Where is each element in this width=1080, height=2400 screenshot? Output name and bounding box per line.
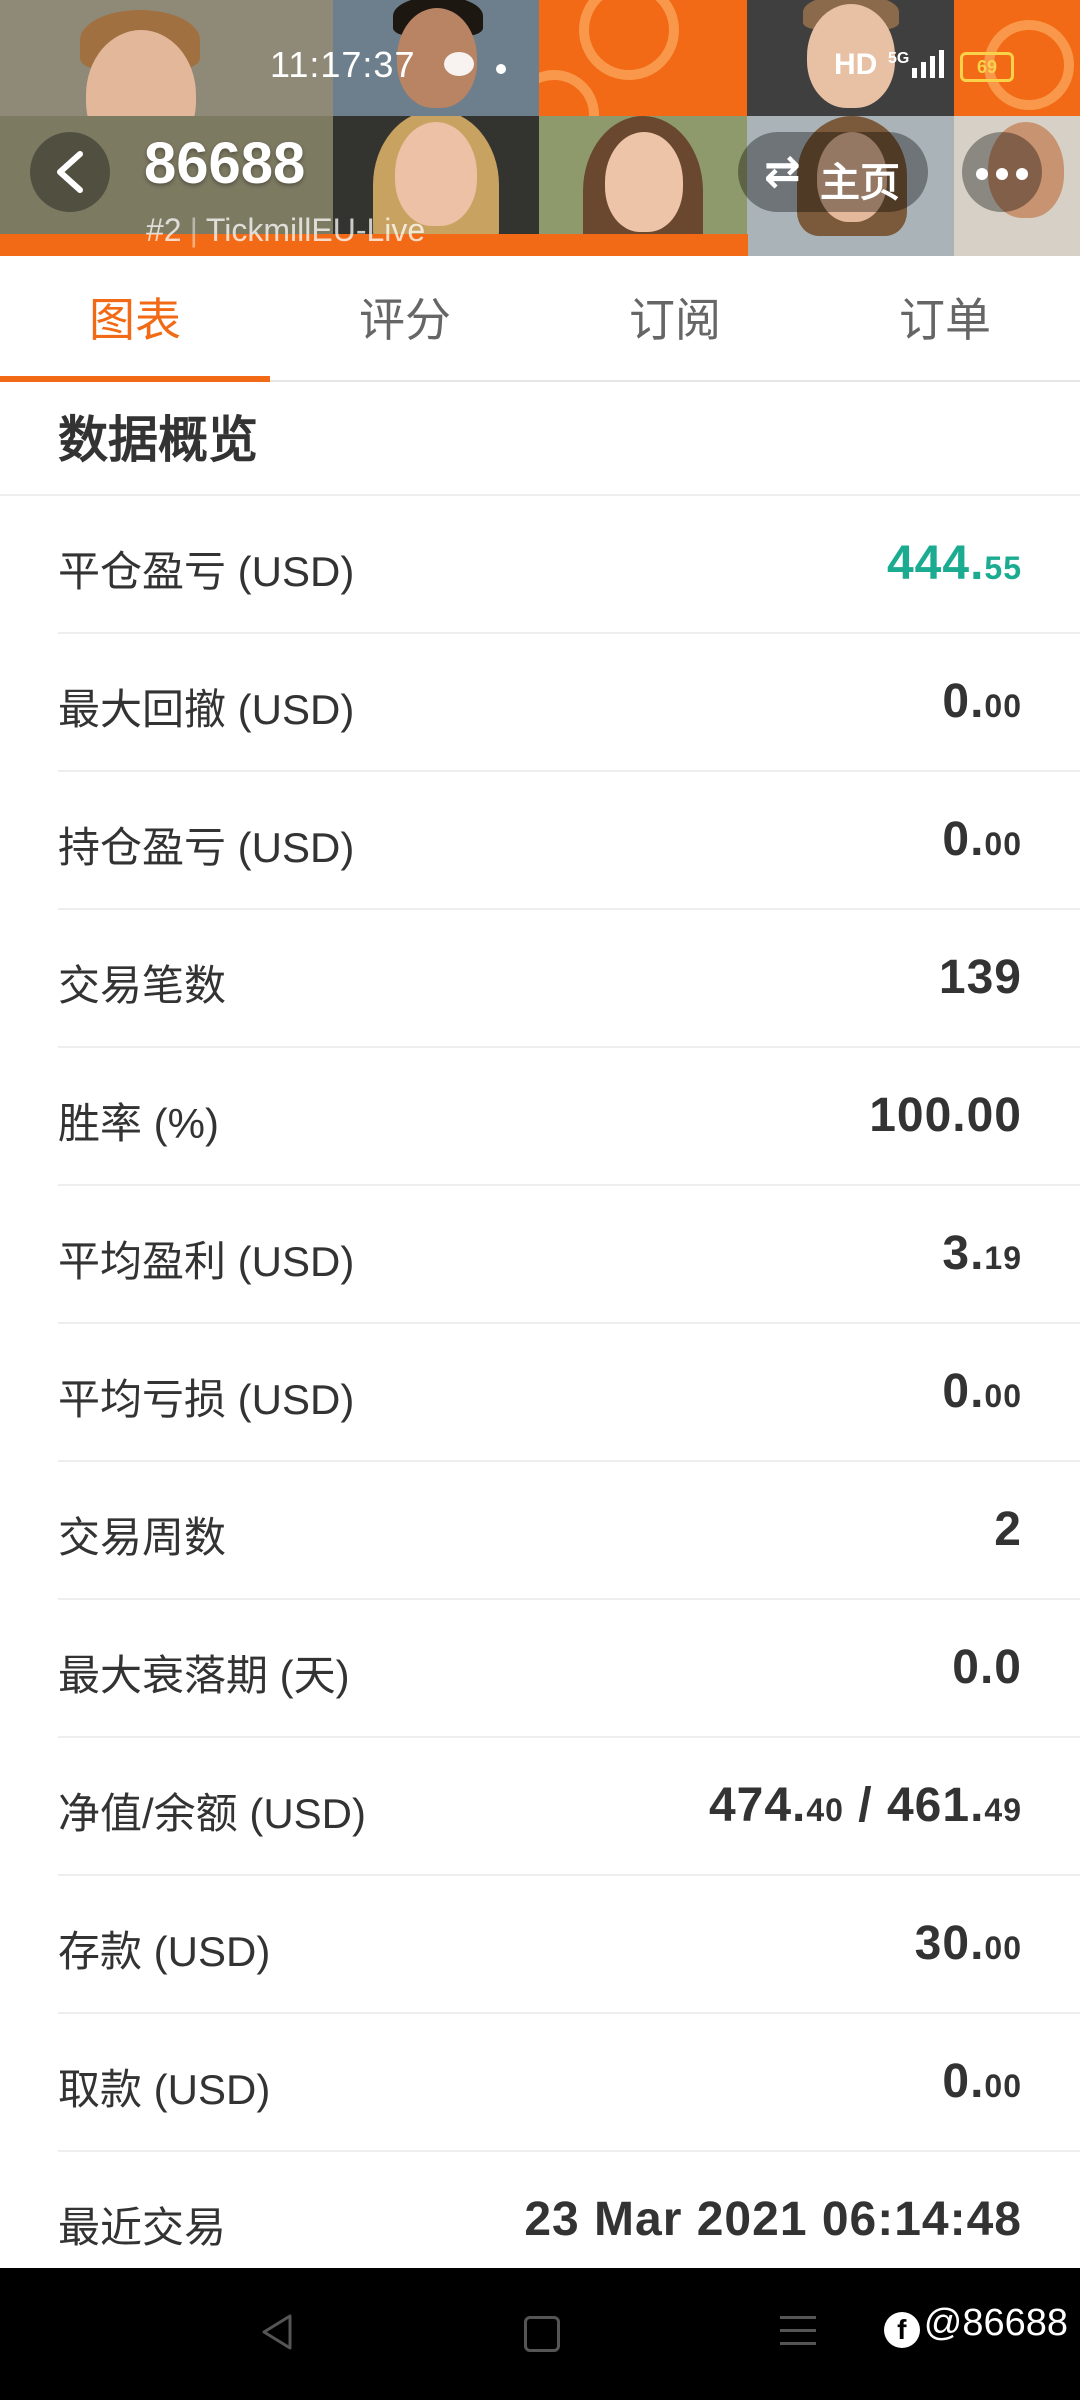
stat-value: 30.00: [914, 1917, 1022, 1970]
system-nav-bar: f @86688: [0, 2268, 1080, 2400]
stat-value: 23 Mar 2021 06:14:48: [524, 2193, 1022, 2246]
stat-value: 0.00: [942, 675, 1022, 728]
tab-subscribe[interactable]: 订阅: [540, 256, 810, 380]
weibo-logo-icon: f: [883, 2312, 920, 2348]
stat-label: 交易笔数: [58, 962, 227, 1009]
list-item: 交易周数 2: [58, 1462, 1080, 1600]
tab-rating[interactable]: 评分: [270, 256, 540, 380]
overview-list: 平仓盈亏 (USD) 444.55 最大回撤 (USD) 0.00 持仓盈亏 (…: [0, 496, 1080, 2288]
nav-back-icon[interactable]: [258, 2312, 298, 2352]
stat-value: 474.40 / 461.49: [708, 1779, 1022, 1832]
stat-value: 2: [994, 1503, 1022, 1556]
tab-chart[interactable]: 图表: [0, 256, 270, 382]
stat-value: 0.00: [942, 813, 1022, 866]
home-button[interactable]: ⇄ 主页: [738, 132, 928, 212]
tab-bar: 图表 评分 订阅 订单: [0, 256, 1080, 382]
separator: |: [189, 212, 198, 248]
profile-header: 11:17:37 HD 5G 69 86688 #2 | TickmillEU-Li…: [0, 0, 1080, 256]
list-item: 持仓盈亏 (USD) 0.00: [58, 772, 1080, 910]
stat-label: 胜率 (%): [58, 1100, 219, 1147]
list-item: 净值/余额 (USD) 474.40 / 461.49: [58, 1738, 1080, 1876]
overview-title: 数据概览: [58, 412, 258, 468]
stat-label: 持仓盈亏 (USD): [58, 824, 355, 871]
stat-value: 3.19: [942, 1227, 1022, 1280]
tab-orders[interactable]: 订单: [810, 256, 1080, 380]
list-item: 胜率 (%) 100.00: [58, 1048, 1080, 1186]
rank-label: #2: [146, 212, 182, 248]
swap-icon: ⇄: [764, 147, 801, 196]
status-bar: 11:17:37 HD 5G 69: [0, 44, 1080, 94]
stat-label: 取款 (USD): [58, 2066, 271, 2113]
stat-label: 净值/余额 (USD): [58, 1790, 366, 1837]
broker-label: TickmillEU-Live: [205, 212, 426, 248]
list-item: 取款 (USD) 0.00: [58, 2014, 1080, 2152]
stat-value: 100.00: [869, 1089, 1022, 1142]
status-time: 11:17:37: [270, 44, 416, 85]
stat-value: 0.00: [942, 2055, 1022, 2108]
stat-value: 444.55: [886, 537, 1022, 590]
chevron-left-icon: [57, 151, 83, 193]
stat-value: 0.00: [942, 1365, 1022, 1418]
stat-label: 平均盈利 (USD): [58, 1238, 355, 1285]
stat-label: 最大回撤 (USD): [58, 686, 355, 733]
stat-label: 交易周数: [58, 1514, 227, 1561]
stat-label: 最近交易: [58, 2204, 227, 2251]
stat-label: 存款 (USD): [58, 1928, 271, 1975]
list-item: 交易笔数 139: [58, 910, 1080, 1048]
overview-header: 数据概览: [0, 382, 1080, 496]
more-icon: [976, 168, 988, 180]
wechat-icon: [444, 52, 474, 76]
list-item: 平均亏损 (USD) 0.00: [58, 1324, 1080, 1462]
home-button-label: 主页: [820, 161, 900, 205]
stat-value: 139: [938, 951, 1022, 1004]
nav-recents-icon[interactable]: [780, 2316, 816, 2355]
list-item: 存款 (USD) 30.00: [58, 1876, 1080, 2014]
battery-icon: 69: [960, 52, 1014, 82]
nav-home-icon[interactable]: [524, 2316, 560, 2352]
stat-label: 平仓盈亏 (USD): [58, 548, 355, 595]
signal-bars-icon: [912, 50, 944, 78]
stat-value: 0.0: [952, 1641, 1022, 1694]
list-item: 平均盈利 (USD) 3.19: [58, 1186, 1080, 1324]
list-item: 平仓盈亏 (USD) 444.55: [58, 496, 1080, 634]
account-subtitle: #2 | TickmillEU-Live: [146, 212, 425, 249]
back-button[interactable]: [30, 132, 110, 212]
list-item: 最大回撤 (USD) 0.00: [58, 634, 1080, 772]
stat-label: 最大衰落期 (天): [58, 1652, 350, 1699]
watermark: f @86688: [883, 2302, 1068, 2348]
list-item: 最大衰落期 (天) 0.0: [58, 1600, 1080, 1738]
network-hd-label: HD: [834, 48, 878, 81]
network-type-label: 5G: [888, 50, 910, 67]
more-button[interactable]: [962, 132, 1042, 212]
notification-dot-icon: [496, 64, 506, 74]
stat-label: 平均亏损 (USD): [58, 1376, 355, 1423]
account-number: 86688: [144, 131, 306, 196]
